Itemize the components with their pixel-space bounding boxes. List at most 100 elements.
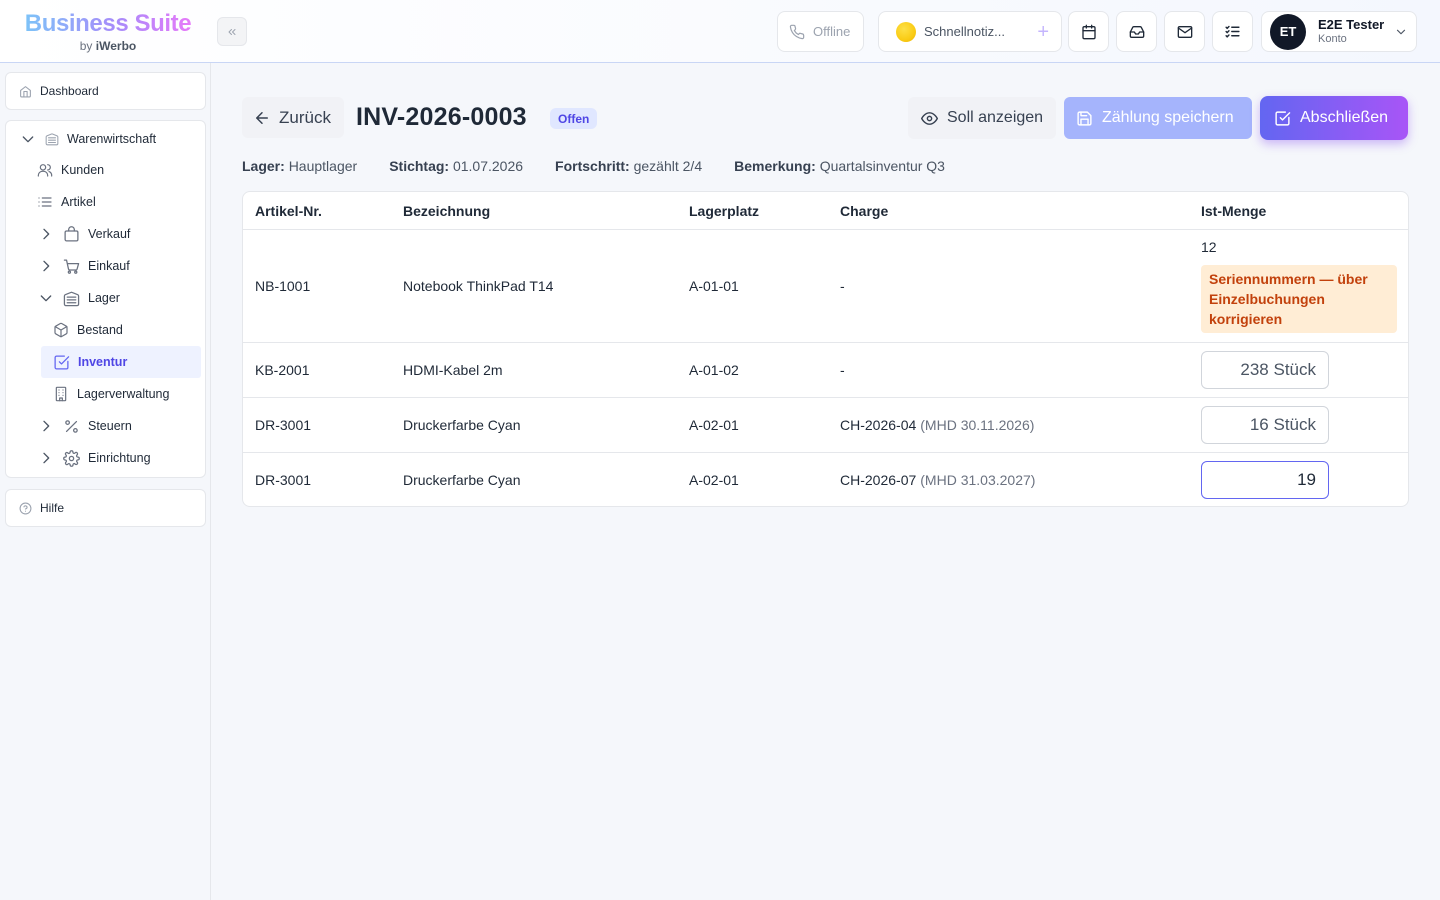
cell-article-nr: DR-3001 xyxy=(255,472,312,488)
user-role: Konto xyxy=(1318,33,1347,45)
chevrons-left-icon xyxy=(228,28,236,35)
cell-article-nr: KB-2001 xyxy=(255,362,310,378)
cell-batch: - xyxy=(840,278,845,294)
batch-expiry: (MHD 30.11.2026) xyxy=(920,417,1035,433)
list-checks-icon xyxy=(1225,25,1240,38)
users-icon xyxy=(37,164,53,177)
shopping-bag-icon xyxy=(64,225,79,242)
sidebar-item-lager[interactable]: Lager xyxy=(37,282,201,314)
sidebar-item-lagerverwaltung[interactable]: Lagerverwaltung xyxy=(41,378,201,410)
package-icon xyxy=(54,322,68,338)
note-color-icon[interactable] xyxy=(896,21,916,42)
gear-icon xyxy=(63,449,80,467)
brand-logo[interactable]: Business Suite by iWerbo xyxy=(23,10,193,53)
quick-note-input[interactable]: Schnellnotiz... + xyxy=(878,11,1062,52)
eye-icon xyxy=(921,111,938,125)
inbox-icon xyxy=(1129,25,1144,38)
sidebar-group-warenwirtschaft[interactable]: Warenwirtschaft xyxy=(19,123,199,155)
meta-fortschritt: Fortschritt: gezählt 2/4 xyxy=(555,158,702,174)
complete-label: Abschließen xyxy=(1300,109,1389,126)
sidebar-item-hilfe[interactable]: Hilfe xyxy=(5,489,206,527)
cell-location: A-02-01 xyxy=(689,472,739,488)
cell-description: Druckerfarbe Cyan xyxy=(403,472,521,488)
sidebar-item-inventur[interactable]: Inventur xyxy=(41,346,201,378)
sidebar-item-dashboard[interactable]: Dashboard xyxy=(5,72,206,110)
chevron-right-icon xyxy=(43,452,50,464)
show-target-label: Soll anzeigen xyxy=(947,109,1044,126)
quantity-input[interactable] xyxy=(1201,461,1329,499)
inventory-meta: Lager: Hauptlager Stichtag: 01.07.2026 F… xyxy=(242,158,977,174)
chevron-down-icon xyxy=(22,136,34,143)
sidebar-item-label: Verkauf xyxy=(88,227,131,241)
account-menu[interactable]: ET E2E Tester Konto xyxy=(1261,11,1417,52)
batch-number: CH-2026-04 xyxy=(840,417,917,433)
sidebar-item-bestand[interactable]: Bestand xyxy=(41,314,201,346)
brand-by: by xyxy=(79,39,93,53)
chevron-right-icon xyxy=(43,228,50,240)
sidebar-item-label: Lager xyxy=(88,291,120,305)
column-header[interactable]: Charge xyxy=(840,192,888,229)
save-icon xyxy=(1077,110,1092,126)
sidebar-item-einkauf[interactable]: Einkauf xyxy=(37,250,201,282)
offline-status-label: Offline xyxy=(813,24,851,39)
shopping-cart-icon xyxy=(63,258,80,274)
mail-button[interactable] xyxy=(1164,11,1205,52)
sidebar-item-label: Hilfe xyxy=(40,501,65,515)
top-bar: Business Suite by iWerbo Offline Schnell… xyxy=(0,0,1440,63)
sidebar-item-verkauf[interactable]: Verkauf xyxy=(37,218,201,250)
sidebar-item-artikel[interactable]: Artikel xyxy=(37,186,201,218)
help-circle-icon xyxy=(19,502,32,514)
sidebar-item-einrichtung[interactable]: Einrichtung xyxy=(37,442,201,474)
calendar-icon xyxy=(1081,24,1096,39)
cell-description: HDMI-Kabel 2m xyxy=(403,362,503,378)
column-header[interactable]: Artikel-Nr. xyxy=(255,192,322,229)
save-count-button[interactable]: Zählung speichern xyxy=(1064,97,1252,139)
cell-article-nr: NB-1001 xyxy=(255,278,311,294)
sidebar-item-label: Inventur xyxy=(78,355,128,369)
page-title: INV-2026-0003 xyxy=(356,103,527,131)
meta-value: Quartalsinventur Q3 xyxy=(819,158,945,174)
cell-article-nr: DR-3001 xyxy=(255,417,312,433)
column-header[interactable]: Bezeichnung xyxy=(403,192,490,229)
save-count-label: Zählung speichern xyxy=(1102,109,1234,126)
sidebar-tree: Warenwirtschaft Kunden Artikel Verkauf E… xyxy=(5,120,206,478)
add-note-button[interactable]: + xyxy=(1037,22,1049,42)
calendar-button[interactable] xyxy=(1068,11,1109,52)
brand-subtitle: by iWerbo xyxy=(23,39,193,53)
offline-status-button[interactable]: Offline xyxy=(777,11,864,52)
status-badge: Offen xyxy=(550,108,598,129)
batch-expiry: (MHD 31.03.2027) xyxy=(920,472,1036,488)
column-header[interactable]: Ist-Menge xyxy=(1201,192,1266,229)
tasks-button[interactable] xyxy=(1212,11,1253,52)
inbox-button[interactable] xyxy=(1116,11,1157,52)
complete-button[interactable]: Abschließen xyxy=(1260,96,1408,140)
sidebar-item-label: Einkauf xyxy=(88,259,130,273)
avatar: ET xyxy=(1270,13,1306,50)
chevron-right-icon xyxy=(43,260,50,272)
meta-label: Stichtag: xyxy=(389,158,450,174)
show-target-button[interactable]: Soll anzeigen xyxy=(908,97,1056,139)
back-button[interactable]: Zurück xyxy=(242,97,344,138)
cell-batch: - xyxy=(840,362,845,378)
square-check-icon xyxy=(1275,110,1291,126)
cell-description: Notebook ThinkPad T14 xyxy=(403,278,554,294)
phone-icon xyxy=(789,24,805,39)
meta-value: gezählt 2/4 xyxy=(633,158,703,174)
sidebar-item-steuern[interactable]: Steuern xyxy=(37,410,201,442)
serial-warning: Seriennummern — über Einzelbuchungen kor… xyxy=(1201,265,1397,333)
building-icon xyxy=(55,386,67,402)
square-check-icon xyxy=(54,354,70,370)
mail-icon xyxy=(1177,25,1192,38)
sidebar-item-label: Kunden xyxy=(61,163,105,177)
sidebar-item-label: Dashboard xyxy=(40,84,99,98)
arrow-left-icon xyxy=(256,111,268,124)
cell-batch: CH-2026-04 (MHD 30.11.2026) xyxy=(840,398,1034,452)
quantity-input[interactable] xyxy=(1201,351,1329,389)
user-name: E2E Tester xyxy=(1318,17,1385,32)
back-button-label: Zurück xyxy=(279,107,331,127)
column-header[interactable]: Lagerplatz xyxy=(689,192,759,229)
collapse-sidebar-button[interactable] xyxy=(217,17,247,46)
chevron-right-icon xyxy=(43,420,50,432)
quantity-input[interactable] xyxy=(1201,406,1329,444)
sidebar-item-kunden[interactable]: Kunden xyxy=(37,154,201,186)
